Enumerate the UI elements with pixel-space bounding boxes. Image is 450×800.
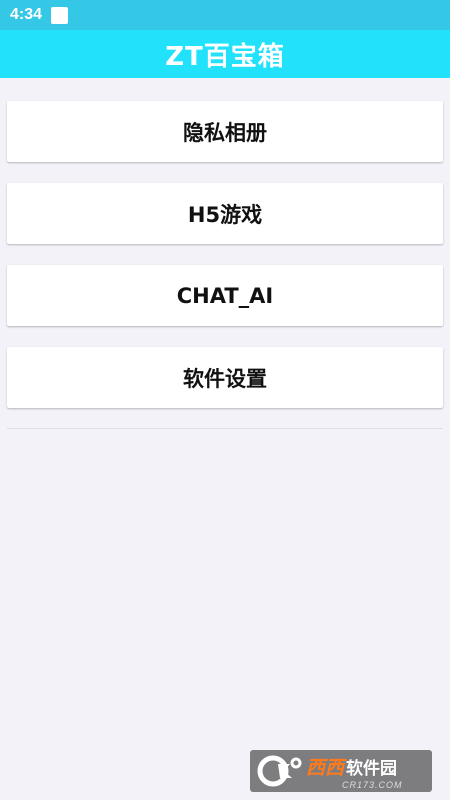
watermark-site: 软件园	[346, 758, 398, 779]
menu-item-settings[interactable]: 软件设置	[7, 347, 443, 408]
status-time: 4:34	[10, 6, 43, 23]
menu-item-label: H5游戏	[187, 202, 263, 227]
watermark: 西西 软件园 CR173.COM	[250, 750, 432, 792]
watermark-brand: 西西	[306, 756, 345, 779]
status-bar: 4:34	[0, 0, 450, 30]
watermark-text: 西西 软件园 CR173.COM	[306, 753, 403, 790]
divider	[7, 428, 443, 429]
menu-item-label: CHAT_AI	[176, 283, 274, 308]
menu-list: 隐私相册 H5游戏 CHAT_AI 软件设置	[7, 101, 443, 429]
menu-item-label: 隐私相册	[183, 120, 267, 145]
menu-item-h5-games[interactable]: H5游戏	[7, 183, 443, 244]
notification-icon	[51, 6, 69, 24]
watermark-logo-icon	[257, 755, 302, 787]
app-title: ZT百宝箱	[165, 41, 285, 72]
menu-item-label: 软件设置	[183, 366, 267, 391]
app-bar: ZT百宝箱	[0, 30, 450, 78]
menu-item-private-album[interactable]: 隐私相册	[7, 101, 443, 162]
menu-item-chat-ai[interactable]: CHAT_AI	[7, 265, 443, 326]
watermark-url: CR173.COM	[342, 779, 403, 790]
